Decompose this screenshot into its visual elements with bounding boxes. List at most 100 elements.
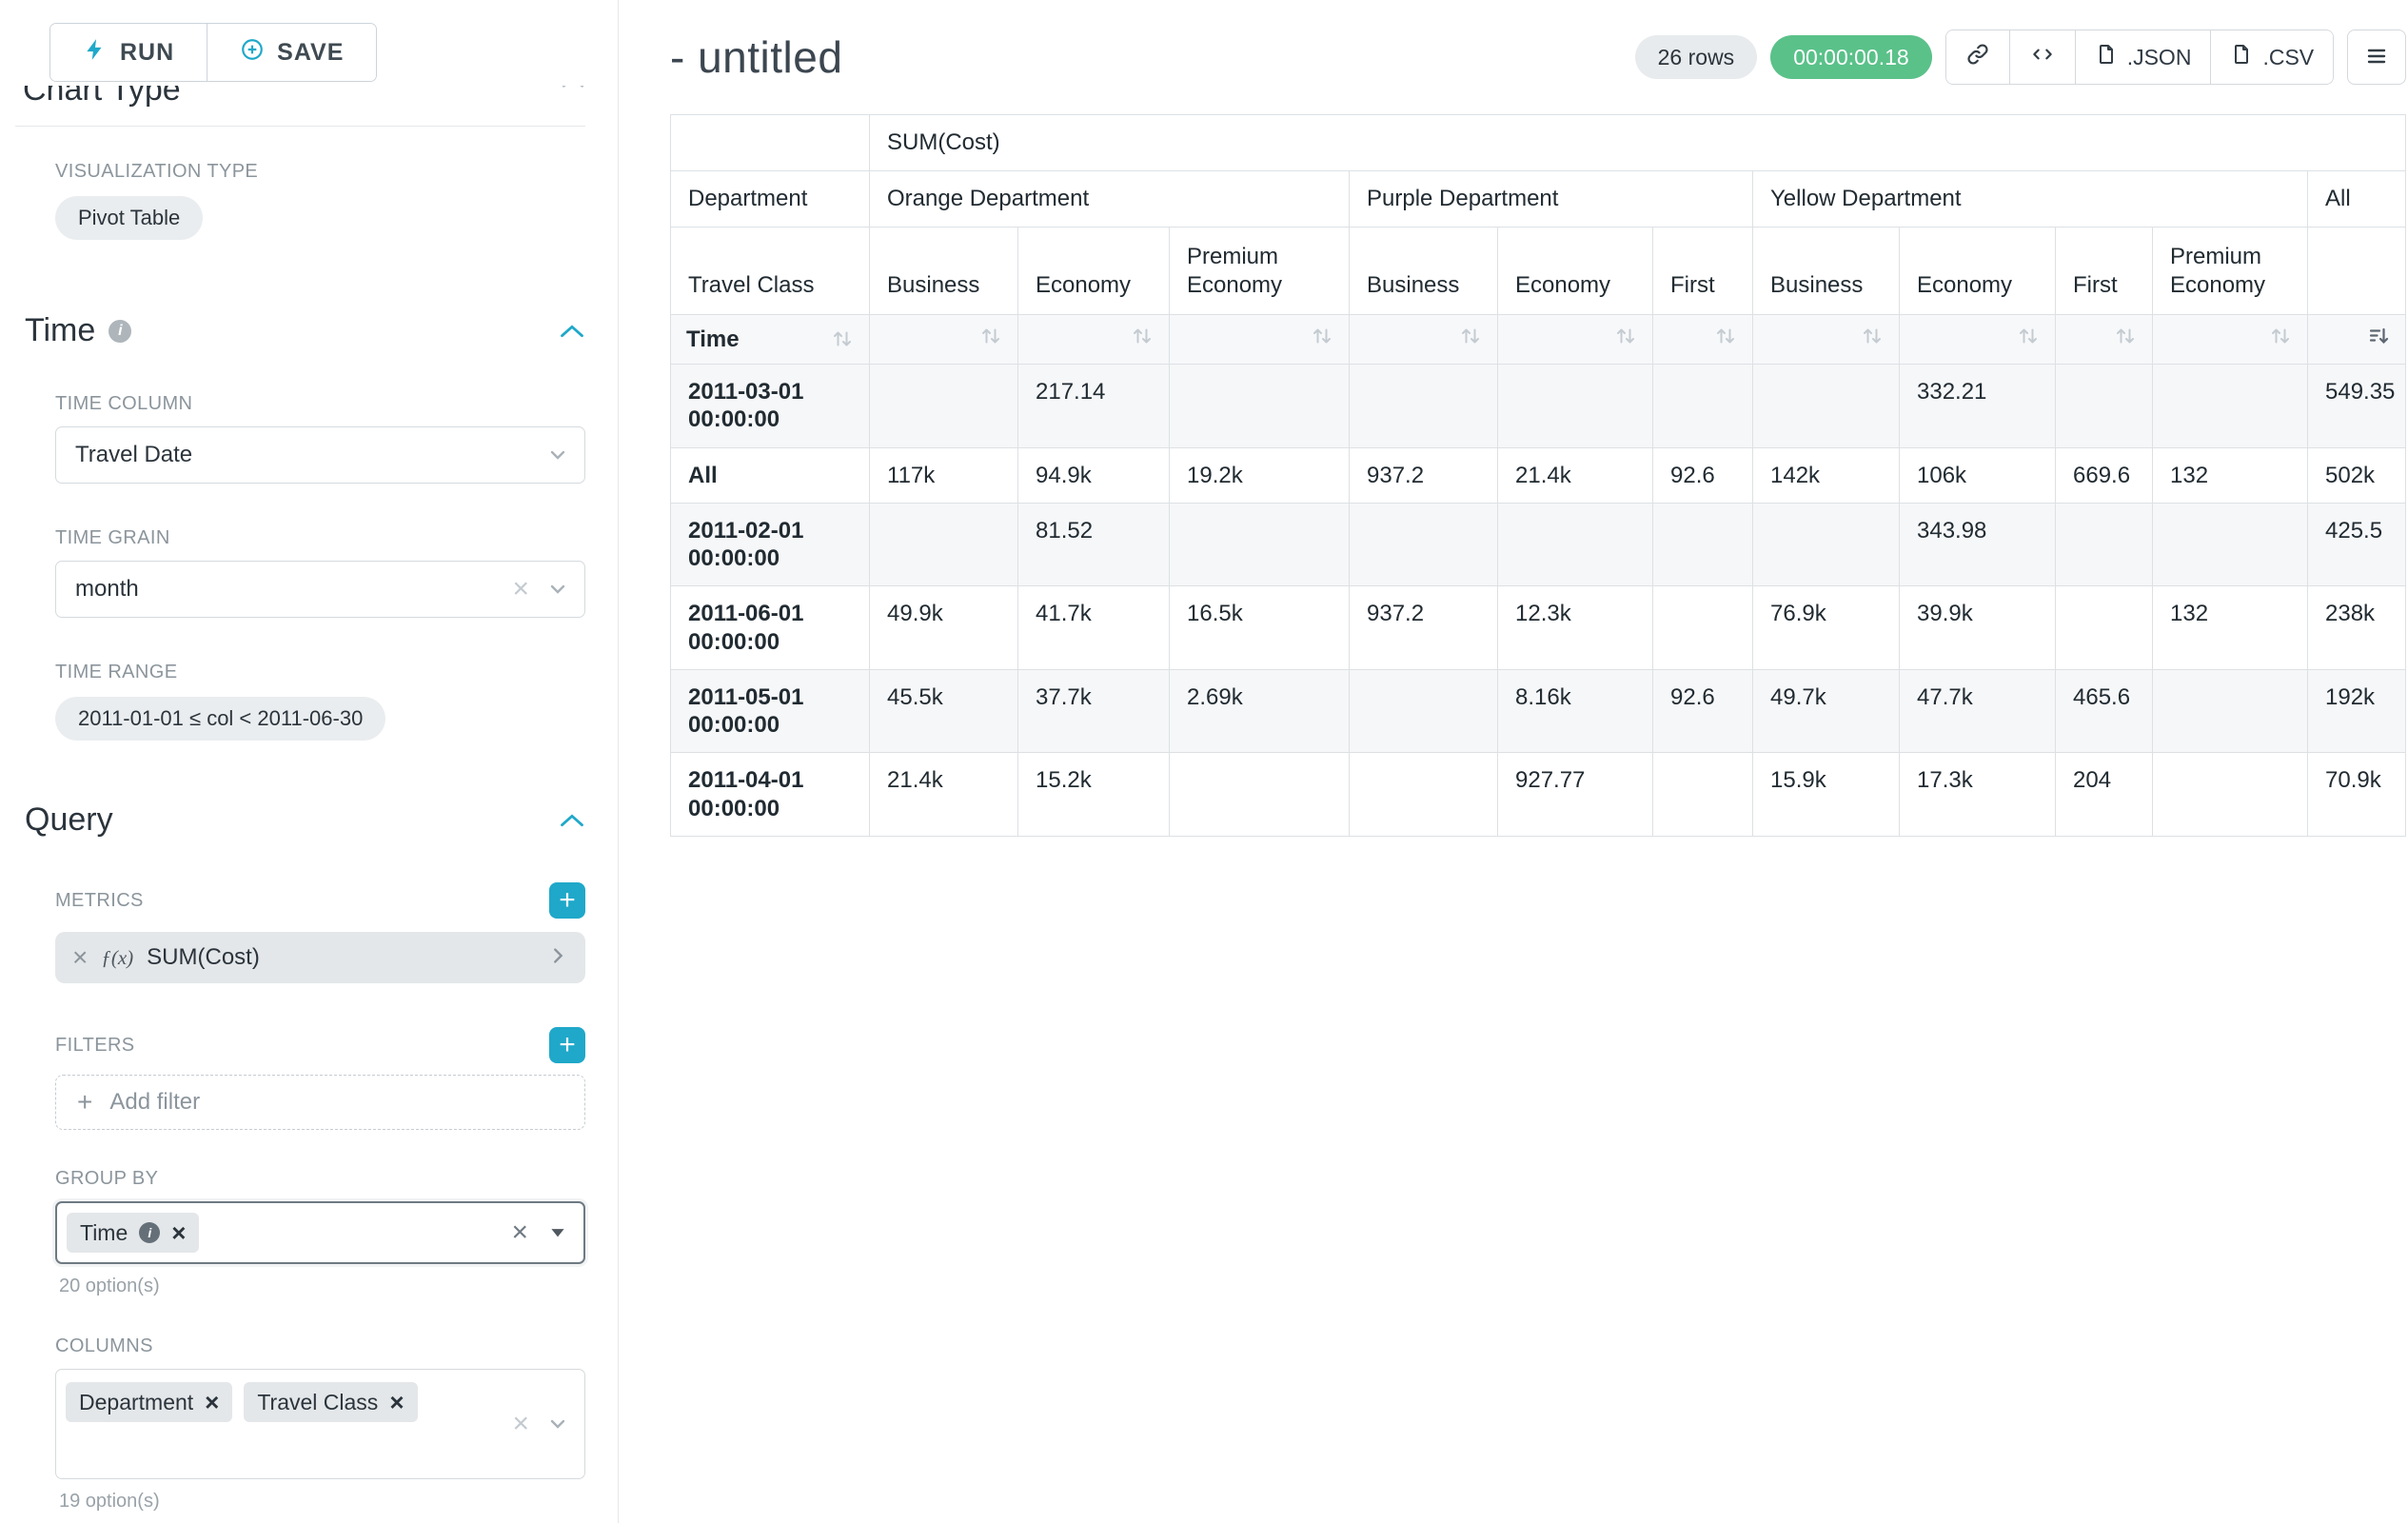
travel-class-header-row: Travel Class BusinessEconomyPremium Econ… <box>671 227 2406 315</box>
bolt-icon <box>83 37 108 69</box>
cell-value <box>1653 753 1753 837</box>
sort-control-time[interactable]: Time <box>671 315 870 365</box>
columns-select[interactable]: Department × Travel Class × × <box>55 1369 585 1479</box>
share-link-button[interactable] <box>1946 30 2009 84</box>
travel-class-header: Premium Economy <box>2153 227 2308 315</box>
cell-value <box>870 503 1018 586</box>
all-column-header: All <box>2308 171 2406 227</box>
plus-circle-icon <box>240 37 265 69</box>
cell-value: 15.2k <box>1018 753 1170 837</box>
sort-button[interactable] <box>1653 315 1753 365</box>
file-icon <box>2095 42 2118 72</box>
time-column-select[interactable]: Travel Date <box>55 426 585 484</box>
export-json-button[interactable]: .JSON <box>2075 30 2211 84</box>
sort-button[interactable] <box>1900 315 2056 365</box>
sort-button[interactable] <box>870 315 1018 365</box>
chevron-right-icon[interactable] <box>547 945 568 971</box>
clear-icon[interactable]: × <box>512 575 529 603</box>
travel-class-header: Business <box>1350 227 1498 315</box>
remove-metric-icon[interactable]: × <box>72 944 88 971</box>
chevron-up-icon[interactable] <box>559 323 585 340</box>
sort-button[interactable] <box>1350 315 1498 365</box>
group-by-options-count: 20 option(s) <box>55 1276 585 1297</box>
cell-value: 37.7k <box>1018 669 1170 753</box>
cell-value <box>2056 586 2153 670</box>
plus-icon: + <box>77 1089 92 1116</box>
cell-value: 21.4k <box>1498 447 1653 503</box>
time-column-label: TIME COLUMN <box>55 393 585 415</box>
time-section-header[interactable]: Time i <box>25 312 585 349</box>
group-by-field: GROUP BY Time i × × 20 option(s) <box>0 1168 618 1297</box>
chevron-down-icon[interactable] <box>546 578 569 601</box>
time-range-pill[interactable]: 2011-01-01 ≤ col < 2011-06-30 <box>55 697 385 741</box>
columns-chip-department[interactable]: Department × <box>66 1382 232 1422</box>
cell-value: 81.52 <box>1018 503 1170 586</box>
travel-class-header: First <box>2056 227 2153 315</box>
time-axis-label: Time <box>686 326 740 353</box>
remove-chip-icon[interactable]: × <box>171 1220 186 1245</box>
cell-value: 70.9k <box>2308 753 2406 837</box>
cell-value <box>1350 503 1498 586</box>
cell-value: 192k <box>2308 669 2406 753</box>
sort-button[interactable] <box>1498 315 1653 365</box>
cell-value: 106k <box>1900 447 2056 503</box>
menu-button[interactable] <box>2347 30 2406 85</box>
cell-value <box>1653 365 1753 448</box>
chevron-up-icon <box>561 86 585 114</box>
remove-chip-icon[interactable]: × <box>205 1390 219 1414</box>
travel-class-header: First <box>1653 227 1753 315</box>
query-section-header[interactable]: Query <box>25 801 585 839</box>
metric-item[interactable]: × ƒ(x) SUM(Cost) <box>55 932 585 983</box>
add-filter-plus-button[interactable]: + <box>549 1027 585 1063</box>
cell-value <box>1350 669 1498 753</box>
caret-down-icon[interactable] <box>547 1222 568 1243</box>
cell-value: 76.9k <box>1753 586 1900 670</box>
remove-chip-icon[interactable]: × <box>389 1390 404 1414</box>
chevron-down-icon[interactable] <box>546 1413 569 1435</box>
corner-cell <box>671 115 870 171</box>
cell-value <box>2056 365 2153 448</box>
department-label-cell: Department <box>671 171 870 227</box>
cell-value: 132 <box>2153 447 2308 503</box>
viz-type-pill[interactable]: Pivot Table <box>55 196 203 240</box>
cell-value: 21.4k <box>870 753 1018 837</box>
add-filter-button[interactable]: + Add filter <box>55 1075 585 1130</box>
time-range-field: TIME RANGE 2011-01-01 ≤ col < 2011-06-30 <box>0 662 618 741</box>
add-metric-button[interactable]: + <box>549 882 585 919</box>
department-group-yellow: Yellow Department <box>1753 171 2308 227</box>
export-csv-button[interactable]: .CSV <box>2210 30 2333 84</box>
chart-header: - untitled 26 rows 00:00:00.18 <box>670 27 2406 88</box>
sort-button-all-active[interactable] <box>2308 315 2406 365</box>
view-query-button[interactable] <box>2009 30 2075 84</box>
sort-button[interactable] <box>1753 315 1900 365</box>
add-filter-label: Add filter <box>109 1089 200 1116</box>
metric-label: SUM(Cost) <box>147 944 260 971</box>
cell-value <box>870 365 1018 448</box>
cell-value <box>1498 365 1653 448</box>
cell-value <box>1753 503 1900 586</box>
cell-value <box>1498 503 1653 586</box>
columns-chip-travel-class[interactable]: Travel Class × <box>244 1382 417 1422</box>
sort-button[interactable] <box>1170 315 1350 365</box>
cell-value <box>2153 753 2308 837</box>
group-by-select[interactable]: Time i × × <box>55 1201 585 1264</box>
chevron-up-icon[interactable] <box>559 812 585 829</box>
export-json-label: .JSON <box>2127 45 2192 70</box>
group-by-chip[interactable]: Time i × <box>67 1213 199 1253</box>
sort-button[interactable] <box>2056 315 2153 365</box>
cell-value: 49.9k <box>870 586 1018 670</box>
clear-icon[interactable]: × <box>512 1410 529 1438</box>
sort-button[interactable] <box>2153 315 2308 365</box>
chip-label: Department <box>79 1390 193 1415</box>
time-grain-select[interactable]: month × <box>55 561 585 618</box>
sort-button[interactable] <box>1018 315 1170 365</box>
run-button[interactable]: RUN <box>50 24 207 81</box>
save-button[interactable]: SAVE <box>207 24 376 81</box>
department-header-row: Department Orange Department Purple Depa… <box>671 171 2406 227</box>
cell-value: 12.3k <box>1498 586 1653 670</box>
pivot-table-body: 2011-03-01 00:00:00217.14332.21549.35All… <box>671 365 2406 837</box>
row-count-badge: 26 rows <box>1635 35 1758 79</box>
chevron-down-icon[interactable] <box>546 444 569 466</box>
sort-icon[interactable] <box>831 327 854 350</box>
clear-icon[interactable]: × <box>511 1218 528 1247</box>
